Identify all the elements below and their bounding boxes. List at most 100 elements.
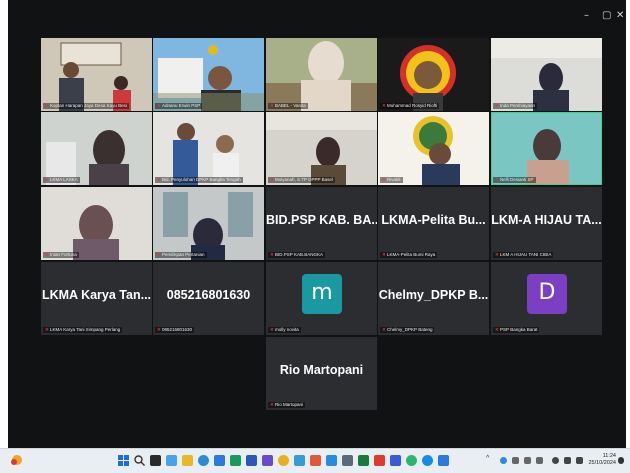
keyboard-icon[interactable]: [536, 457, 543, 464]
participant-name: Mulyanah, S.TP DPPP Basel: [268, 177, 335, 183]
task-view-icon[interactable]: [150, 455, 161, 466]
participant-tile[interactable]: LKMA LASKA: [41, 112, 152, 185]
participant-video: [153, 112, 264, 185]
participant-avatar: D: [527, 274, 567, 314]
participant-tile[interactable]: Bid. Penyuluhan DPKP Bangka Tengah: [153, 112, 264, 185]
participant-avatar: m: [302, 274, 342, 314]
participant-name: Koptan Harapan Jaya Desa Kayu Besi: [43, 103, 129, 109]
participant-name: PSP Bangka Barat: [493, 327, 540, 333]
participant-name: BID.PSP KAB.BANGKA: [268, 252, 325, 258]
volume-icon[interactable]: [564, 457, 571, 464]
participant-tile[interactable]: Chelmy_DPKP B... Chelmy_DPKP Bateng: [378, 262, 489, 335]
participant-name: 085216801630: [155, 327, 195, 333]
participant-video: [153, 187, 264, 260]
camera-icon[interactable]: [342, 455, 353, 466]
participant-tile[interactable]: LKM-A HIJAU TA... LKM A HIJAU TANI CIBIA: [491, 187, 602, 260]
wifi-icon[interactable]: [552, 457, 559, 464]
chrome-icon[interactable]: [278, 455, 289, 466]
participant-tile[interactable]: LKMA-Pelita Bu... LKMA-Pelita Bumi Raya: [378, 187, 489, 260]
video-conference-window: – ▢ ✕ Koptan Harapan Jaya Desa Kayu Besi…: [8, 0, 626, 448]
word-icon[interactable]: [246, 455, 257, 466]
participant-tile[interactable]: 085216801630 085216801630: [153, 262, 264, 335]
participant-name: Pemilikpan Pertanian: [155, 252, 207, 258]
participant-video: [378, 38, 489, 111]
cloud-icon[interactable]: [500, 457, 507, 464]
whatsapp-icon[interactable]: [406, 455, 417, 466]
participant-display-name: LKMA Karya Tan...: [41, 288, 152, 302]
participant-display-name: LKM-A HIJAU TA...: [491, 213, 602, 227]
pdf-icon[interactable]: [374, 455, 385, 466]
participant-tile[interactable]: D PSP Bangka Barat: [491, 262, 602, 335]
clock[interactable]: 11:24 25/10/2024: [588, 453, 616, 467]
file-explorer-icon[interactable]: [182, 455, 193, 466]
clock-time: 11:24: [602, 453, 616, 459]
store-icon[interactable]: [214, 455, 225, 466]
participant-name: Bid. Penyuluhan DPKP Bangka Tengah: [155, 177, 243, 183]
participant-name: LKMA Karya Tani Simpang Perlang: [43, 327, 123, 333]
participant-tile[interactable]: LKMA Karya Tan... LKMA Karya Tani Simpan…: [41, 262, 152, 335]
participant-name: Inda Pembiayaan: [493, 103, 538, 109]
participant-tile-active-speaker[interactable]: Nelli Desianti SP: [491, 112, 602, 185]
participant-name: LKM A HIJAU TANI CIBIA: [493, 252, 554, 258]
settings-icon[interactable]: [294, 455, 305, 466]
restore-button[interactable]: ▢: [602, 10, 611, 21]
participant-tile[interactable]: BABEL - Vanita: [266, 38, 377, 111]
participant-display-name: BID.PSP KAB. BA...: [266, 213, 377, 227]
participant-name: Chelmy_DPKP Bateng: [380, 327, 435, 333]
participant-name: BABEL - Vanita: [268, 103, 308, 109]
teams-icon[interactable]: [262, 455, 273, 466]
participant-video: [266, 38, 377, 111]
notification-bell-icon[interactable]: [618, 457, 624, 464]
participant-name: Adnanu Erwin PSP: [155, 103, 203, 109]
photos-icon[interactable]: [438, 455, 449, 466]
edge-icon[interactable]: [198, 455, 209, 466]
zoom-icon[interactable]: [422, 455, 433, 466]
participant-display-name: Rio Martopani: [279, 363, 364, 377]
taskbar: ^ 11:24 25/10/2024: [0, 448, 630, 473]
sheets-icon[interactable]: [358, 455, 369, 466]
participant-tile[interactable]: Adnanu Erwin PSP: [153, 38, 264, 111]
widgets-icon[interactable]: [166, 455, 177, 466]
weather-icon[interactable]: [10, 453, 24, 467]
participant-tile[interactable]: BID.PSP KAB. BA... BID.PSP KAB.BANGKA: [266, 187, 377, 260]
meet-icon[interactable]: [326, 455, 337, 466]
app-icon[interactable]: [390, 455, 401, 466]
participant-video: [266, 112, 377, 185]
participant-name: Rio Martopani: [268, 402, 306, 408]
participant-name: LKMA LASKA: [43, 177, 80, 183]
participant-tile[interactable]: Intan Fortuna: [41, 187, 152, 260]
participant-display-name: LKMA-Pelita Bu...: [381, 213, 486, 227]
search-icon[interactable]: [134, 455, 145, 466]
participant-display-name: 085216801630: [166, 288, 251, 302]
participant-tile[interactable]: Pemilikpan Pertanian: [153, 187, 264, 260]
battery-icon[interactable]: [576, 457, 583, 464]
windows-start-icon[interactable]: [118, 455, 129, 466]
participant-tile[interactable]: Rivaldi: [378, 112, 489, 185]
participant-tile[interactable]: Koptan Harapan Jaya Desa Kayu Besi: [41, 38, 152, 111]
participant-name: Nelli Desianti SP: [493, 177, 536, 183]
participant-display-name: Chelmy_DPKP B...: [378, 288, 489, 302]
media-icon[interactable]: [310, 455, 321, 466]
close-button[interactable]: ✕: [616, 10, 624, 21]
participant-video: [378, 112, 489, 185]
display-icon[interactable]: [524, 457, 531, 464]
participant-video: [153, 38, 264, 111]
participant-tile[interactable]: Mulyanah, S.TP DPPP Basel: [266, 112, 377, 185]
participant-tile[interactable]: Rio Martopani Rio Martopani: [266, 337, 377, 410]
excel-icon[interactable]: [230, 455, 241, 466]
participant-name: Intan Fortuna: [43, 252, 79, 258]
participant-name: Rivaldi: [380, 177, 403, 183]
participant-name: molly novita: [268, 327, 301, 333]
participant-name: Muhammad Rosyid Riofti: [380, 103, 440, 109]
participant-name: LKMA-Pelita Bumi Raya: [380, 252, 438, 258]
minimize-button[interactable]: –: [584, 10, 589, 21]
participant-tile[interactable]: m molly novita: [266, 262, 377, 335]
participant-tile[interactable]: Inda Pembiayaan: [491, 38, 602, 111]
participant-video: [41, 187, 152, 260]
clock-date: 25/10/2024: [588, 460, 616, 466]
usb-icon[interactable]: [512, 457, 519, 464]
participant-video: [491, 38, 602, 111]
tray-overflow-icon[interactable]: ^: [486, 455, 489, 462]
participant-tile[interactable]: Muhammad Rosyid Riofti: [378, 38, 489, 111]
participant-video: [492, 113, 601, 184]
